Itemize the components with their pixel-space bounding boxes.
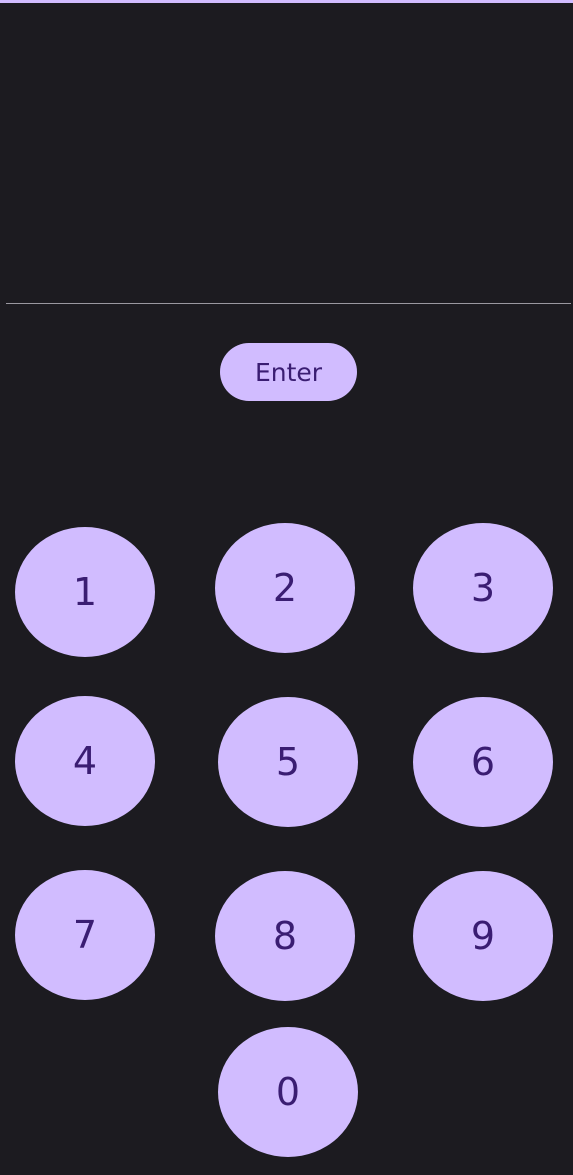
pin-display (6, 3, 571, 304)
key-4-button[interactable]: 4 (15, 696, 155, 826)
key-0-button[interactable]: 0 (218, 1027, 358, 1157)
key-2-button[interactable]: 2 (215, 523, 355, 653)
enter-button[interactable]: Enter (220, 343, 357, 401)
key-7-button[interactable]: 7 (15, 870, 155, 1000)
key-9-button[interactable]: 9 (413, 871, 553, 1001)
key-1-button[interactable]: 1 (15, 527, 155, 657)
key-6-button[interactable]: 6 (413, 697, 553, 827)
key-8-button[interactable]: 8 (215, 871, 355, 1001)
key-3-button[interactable]: 3 (413, 523, 553, 653)
key-5-button[interactable]: 5 (218, 697, 358, 827)
